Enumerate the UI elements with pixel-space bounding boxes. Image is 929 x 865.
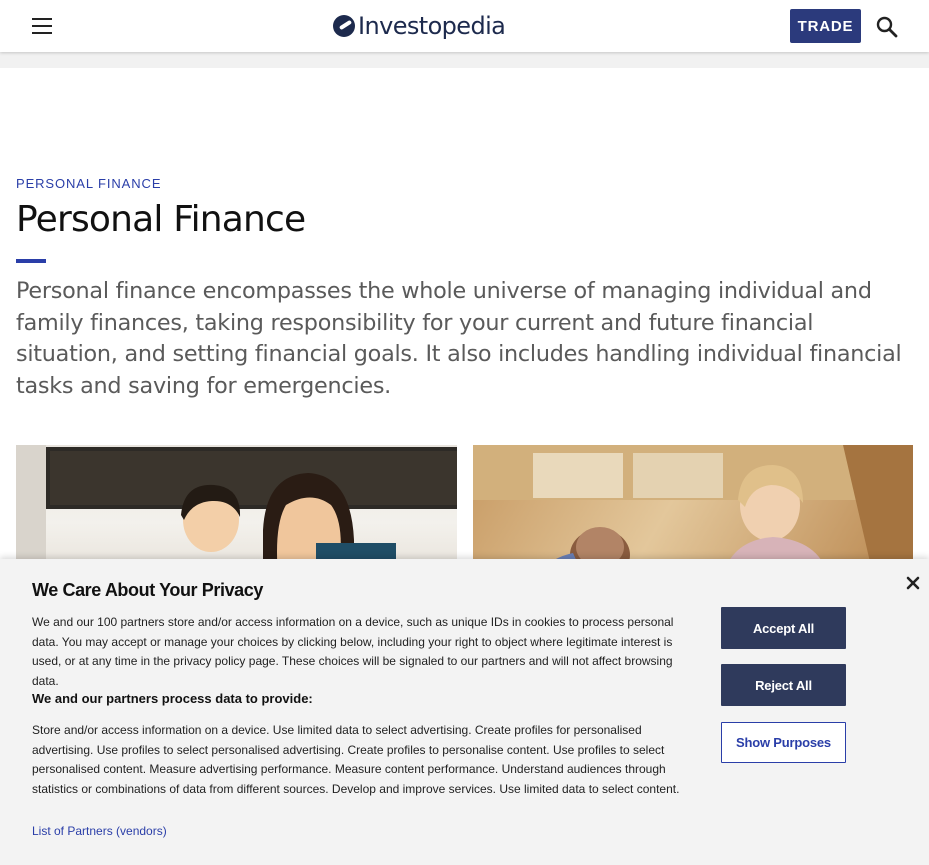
intro-paragraph: Personal finance encompasses the whole u… — [16, 278, 902, 399]
menu-icon[interactable] — [26, 13, 58, 39]
site-logo[interactable]: Investopedia — [333, 10, 506, 42]
trade-button[interactable]: TRADE — [790, 9, 861, 43]
consent-purposes-text: Store and/or access information on a dev… — [32, 723, 680, 796]
logo-text: Investopedia — [358, 12, 506, 40]
title-divider — [16, 259, 46, 263]
consent-subheading: We and our partners process data to prov… — [32, 691, 313, 706]
site-header: Investopedia TRADE — [0, 0, 929, 52]
consent-description: We and our 100 partners store and/or acc… — [32, 615, 674, 688]
consent-title: We Care About Your Privacy — [32, 580, 264, 600]
breadcrumb[interactable]: PERSONAL FINANCE — [16, 176, 161, 191]
accept-all-button[interactable]: Accept All — [721, 607, 846, 649]
show-purposes-button[interactable]: Show Purposes — [721, 722, 846, 763]
page-title: Personal Finance — [16, 199, 306, 240]
article-card-image[interactable] — [473, 445, 913, 575]
close-icon[interactable] — [903, 573, 923, 593]
article-card-image[interactable] — [16, 445, 457, 575]
privacy-consent-banner: We Care About Your Privacy We and our 10… — [0, 559, 929, 865]
partners-list-link[interactable]: List of Partners (vendors) — [32, 824, 167, 838]
investopedia-logo-icon — [333, 15, 355, 37]
ad-placeholder — [0, 52, 929, 68]
search-icon[interactable] — [874, 14, 900, 40]
reject-all-button[interactable]: Reject All — [721, 664, 846, 706]
